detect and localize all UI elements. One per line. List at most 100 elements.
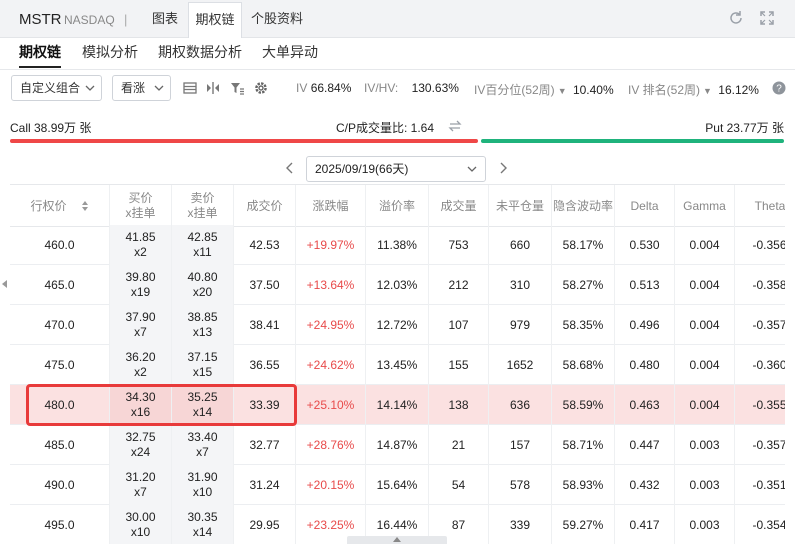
collapse-left-icon[interactable] (2, 280, 8, 288)
col-change-header[interactable]: 涨跌幅 (296, 185, 366, 227)
refresh-icon[interactable] (727, 9, 745, 27)
col-oi-header[interactable]: 未平仓量 (489, 185, 552, 227)
last-price-cell[interactable]: 36.55 (234, 345, 296, 385)
ask-cell[interactable]: 30.35 x14 (172, 505, 234, 544)
strike-cell[interactable]: 460.0 (10, 225, 110, 265)
tab-stock-profile[interactable]: 个股资料 (246, 2, 308, 36)
subtab-large-trades[interactable]: 大单异动 (262, 40, 318, 68)
col-bid-header[interactable]: 买价 x挂单 (110, 185, 172, 227)
iv-cell[interactable]: 58.71% (552, 425, 615, 465)
gamma-cell[interactable]: 0.003 (675, 425, 735, 465)
gamma-cell[interactable]: 0.004 (675, 305, 735, 345)
volume-cell[interactable]: 21 (429, 425, 489, 465)
bottom-drag-handle[interactable] (347, 536, 447, 544)
premium-cell[interactable]: 12.72% (366, 305, 429, 345)
ask-cell[interactable]: 40.80 x20 (172, 265, 234, 305)
change-cell[interactable]: +24.95% (296, 305, 366, 345)
change-cell[interactable]: +24.62% (296, 345, 366, 385)
theta-cell[interactable]: -0.360 (735, 345, 785, 385)
gear-icon[interactable] (253, 80, 269, 96)
delta-cell[interactable]: 0.447 (615, 425, 675, 465)
iv-cell[interactable]: 59.27% (552, 505, 615, 544)
col-premium-header[interactable]: 溢价率 (366, 185, 429, 227)
ask-cell[interactable]: 38.85 x13 (172, 305, 234, 345)
volume-cell[interactable]: 107 (429, 305, 489, 345)
volume-cell[interactable]: 753 (429, 225, 489, 265)
table-row[interactable]: 460.0 41.85 x2 42.85 x11 42.53 +19.97% 11.38% 75… (10, 225, 785, 265)
last-price-cell[interactable]: 29.95 (234, 505, 296, 544)
bid-cell[interactable]: 31.20 x7 (110, 465, 172, 505)
delta-cell[interactable]: 0.513 (615, 265, 675, 305)
strike-cell[interactable]: 485.0 (10, 425, 110, 465)
iv-percentile-stat[interactable]: IV百分位(52周) ▼ 10.40% (474, 81, 614, 98)
theta-cell[interactable]: -0.355 (735, 385, 785, 425)
volume-cell[interactable]: 212 (429, 265, 489, 305)
gamma-cell[interactable]: 0.004 (675, 385, 735, 425)
table-row[interactable]: 490.0 31.20 x7 31.90 x10 31.24 +20.15% 15.64% 54… (10, 465, 785, 505)
volume-cell[interactable]: 155 (429, 345, 489, 385)
subtab-simulation[interactable]: 模拟分析 (82, 40, 138, 68)
theta-cell[interactable]: -0.357 (735, 305, 785, 345)
chevron-left-icon[interactable] (285, 162, 295, 174)
col-gamma-header[interactable]: Gamma (675, 185, 735, 227)
bid-cell[interactable]: 36.20 x2 (110, 345, 172, 385)
change-cell[interactable]: +28.76% (296, 425, 366, 465)
iv-cell[interactable]: 58.59% (552, 385, 615, 425)
last-price-cell[interactable]: 38.41 (234, 305, 296, 345)
theta-cell[interactable]: -0.356 (735, 225, 785, 265)
strike-cell[interactable]: 490.0 (10, 465, 110, 505)
iv-cell[interactable]: 58.27% (552, 265, 615, 305)
table-row[interactable]: 465.0 39.80 x19 40.80 x20 37.50 +13.64% 12.03% 2… (10, 265, 785, 305)
tab-chart[interactable]: 图表 (145, 2, 185, 36)
open-interest-cell[interactable]: 660 (489, 225, 552, 265)
theta-cell[interactable]: -0.351 (735, 465, 785, 505)
delta-cell[interactable]: 0.530 (615, 225, 675, 265)
volume-cell[interactable]: 138 (429, 385, 489, 425)
ask-cell[interactable]: 31.90 x10 (172, 465, 234, 505)
theta-cell[interactable]: -0.358 (735, 265, 785, 305)
strike-cell[interactable]: 470.0 (10, 305, 110, 345)
table-row[interactable]: 475.0 36.20 x2 37.15 x15 36.55 +24.62% 13.45% 15… (10, 345, 785, 385)
change-cell[interactable]: +19.97% (296, 225, 366, 265)
open-interest-cell[interactable]: 157 (489, 425, 552, 465)
premium-cell[interactable]: 14.14% (366, 385, 429, 425)
combo-select[interactable]: 自定义组合 (11, 75, 102, 101)
premium-cell[interactable]: 11.38% (366, 225, 429, 265)
theta-cell[interactable]: -0.357 (735, 425, 785, 465)
delta-cell[interactable]: 0.463 (615, 385, 675, 425)
premium-cell[interactable]: 12.03% (366, 265, 429, 305)
gamma-cell[interactable]: 0.004 (675, 265, 735, 305)
open-interest-cell[interactable]: 636 (489, 385, 552, 425)
change-cell[interactable]: +13.64% (296, 265, 366, 305)
chevron-right-icon[interactable] (498, 162, 508, 174)
change-cell[interactable]: +25.10% (296, 385, 366, 425)
volume-cell[interactable]: 54 (429, 465, 489, 505)
col-last-header[interactable]: 成交价 (234, 185, 296, 227)
delta-cell[interactable]: 0.496 (615, 305, 675, 345)
open-interest-cell[interactable]: 578 (489, 465, 552, 505)
col-iv-header[interactable]: 隐含波动率 (552, 185, 615, 227)
sort-icon[interactable] (81, 200, 89, 212)
expiry-select[interactable]: 2025/09/19(66天) (306, 156, 486, 182)
last-price-cell[interactable]: 37.50 (234, 265, 296, 305)
premium-cell[interactable]: 13.45% (366, 345, 429, 385)
col-strike-header[interactable]: 行权价 (10, 185, 110, 227)
bid-cell[interactable]: 34.30 x16 (110, 385, 172, 425)
direction-select[interactable]: 看涨 (112, 75, 171, 101)
iv-cell[interactable]: 58.68% (552, 345, 615, 385)
gamma-cell[interactable]: 0.004 (675, 345, 735, 385)
open-interest-cell[interactable]: 310 (489, 265, 552, 305)
ask-cell[interactable]: 33.40 x7 (172, 425, 234, 465)
bid-cell[interactable]: 30.00 x10 (110, 505, 172, 544)
filter-icon[interactable] (229, 80, 245, 96)
iv-cell[interactable]: 58.35% (552, 305, 615, 345)
col-ask-header[interactable]: 卖价 x挂单 (172, 185, 234, 227)
t-layout-icon[interactable] (205, 80, 221, 96)
strike-cell[interactable]: 475.0 (10, 345, 110, 385)
last-price-cell[interactable]: 31.24 (234, 465, 296, 505)
tab-option-chain[interactable]: 期权链 (188, 2, 242, 38)
ask-cell[interactable]: 42.85 x11 (172, 225, 234, 265)
strike-cell[interactable]: 480.0 (10, 385, 110, 425)
premium-cell[interactable]: 14.87% (366, 425, 429, 465)
iv-cell[interactable]: 58.17% (552, 225, 615, 265)
